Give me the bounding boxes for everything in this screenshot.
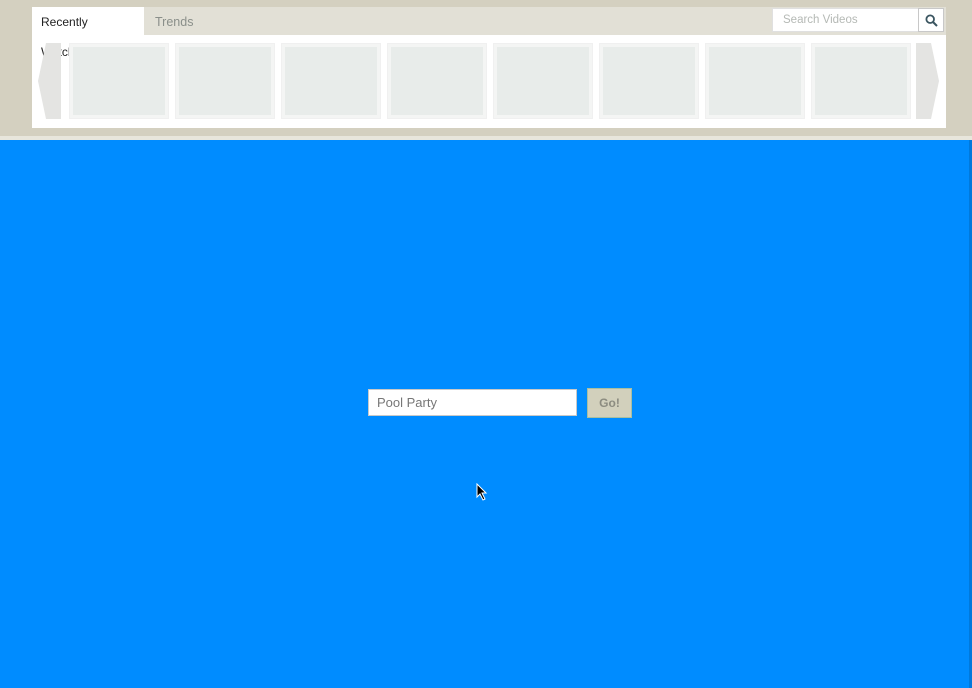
video-thumbnail[interactable]: [281, 43, 381, 119]
mouse-cursor-icon: [476, 482, 488, 506]
video-thumbnail[interactable]: [69, 43, 169, 119]
search-icon: [925, 14, 938, 27]
video-panel: Recently Watched Trends: [32, 7, 946, 128]
video-thumbnail[interactable]: [599, 43, 699, 119]
video-thumbnail[interactable]: [811, 43, 911, 119]
video-thumbnail[interactable]: [387, 43, 487, 119]
video-thumbnail[interactable]: [705, 43, 805, 119]
video-thumbnail[interactable]: [175, 43, 275, 119]
carousel-prev-button[interactable]: [38, 43, 61, 119]
header-band: Recently Watched Trends: [0, 0, 972, 140]
video-thumbnail[interactable]: [493, 43, 593, 119]
tab-trends[interactable]: Trends: [146, 7, 202, 35]
search-button[interactable]: [918, 8, 944, 32]
chevron-left-icon: [38, 43, 61, 119]
party-name-input[interactable]: [368, 389, 577, 416]
thumbnail-carousel: [32, 43, 946, 119]
header-divider: [0, 136, 972, 140]
search-videos-input[interactable]: [772, 8, 919, 32]
tab-recently-watched[interactable]: Recently Watched: [32, 7, 144, 59]
go-button[interactable]: Go!: [587, 388, 632, 418]
carousel-next-button[interactable]: [916, 43, 939, 119]
chevron-right-icon: [916, 43, 939, 119]
tab-bar: Recently Watched Trends: [32, 7, 946, 59]
